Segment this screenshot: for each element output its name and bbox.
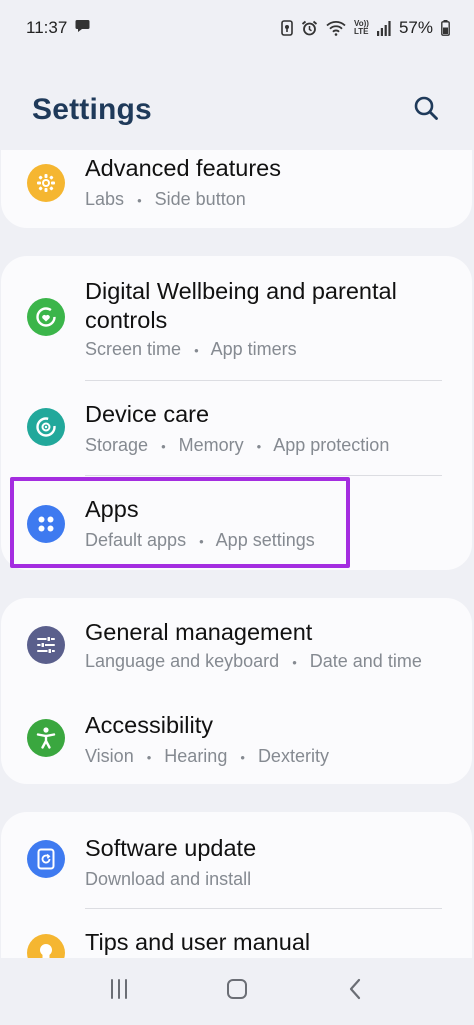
subtitle-part: App timers bbox=[210, 339, 297, 359]
puzzle-gear-icon bbox=[27, 164, 65, 202]
subtitle-part: Screen time bbox=[85, 339, 182, 359]
subtitle-part: Hearing bbox=[164, 746, 228, 766]
subtitle-separator: • bbox=[240, 750, 245, 765]
item-subtitle: Storage • Memory • App protection bbox=[85, 434, 462, 458]
settings-item-digital-wellbeing[interactable]: Digital Wellbeing and parental controls … bbox=[1, 256, 472, 380]
accessibility-icon bbox=[27, 719, 65, 757]
settings-item-apps[interactable]: Apps Default apps • App settings bbox=[1, 475, 472, 570]
apps-grid-icon bbox=[27, 505, 65, 543]
item-title: Tips and user manual bbox=[85, 929, 311, 955]
sliders-icon bbox=[27, 626, 65, 664]
search-icon bbox=[413, 95, 439, 126]
subtitle-part: Date and time bbox=[309, 651, 422, 671]
wellbeing-icon bbox=[27, 298, 65, 336]
subtitle-part: Vision bbox=[85, 746, 134, 766]
subtitle-separator: • bbox=[161, 439, 166, 454]
home-button[interactable] bbox=[217, 972, 257, 1012]
subtitle-separator: • bbox=[194, 343, 199, 358]
subtitle-part: Download and install bbox=[85, 869, 252, 889]
subtitle-part: Memory bbox=[178, 435, 244, 455]
clock: 11:37 bbox=[26, 18, 68, 37]
subtitle-separator: • bbox=[256, 439, 262, 454]
subtitle-separator: • bbox=[146, 750, 152, 765]
subtitle-part: Labs bbox=[85, 189, 125, 209]
subtitle-part: Dexterity bbox=[257, 746, 329, 766]
item-subtitle: Vision • Hearing • Dexterity bbox=[85, 745, 462, 769]
vpn-key-icon bbox=[281, 20, 293, 36]
header: Settings bbox=[0, 80, 474, 140]
status-left: 11:37 bbox=[26, 18, 90, 38]
item-subtitle: Labs • Side button bbox=[85, 188, 462, 212]
chat-bubble-icon bbox=[75, 18, 90, 38]
device-care-icon bbox=[27, 408, 65, 446]
settings-item-device-care[interactable]: Device care Storage • Memory • App prote… bbox=[1, 380, 472, 475]
signal-icon bbox=[376, 20, 391, 36]
item-title: General management bbox=[85, 619, 313, 645]
back-button[interactable] bbox=[335, 972, 375, 1012]
volte-icon: Vo)) LTE bbox=[354, 20, 369, 36]
software-update-icon bbox=[27, 840, 65, 878]
item-title: Apps bbox=[85, 496, 139, 522]
item-title: Digital Wellbeing and parental controls bbox=[85, 278, 397, 333]
subtitle-part: Storage bbox=[85, 435, 149, 455]
settings-card-device: Digital Wellbeing and parental controls … bbox=[1, 256, 472, 570]
subtitle-separator: • bbox=[292, 655, 297, 670]
status-right: Vo)) LTE 57% bbox=[281, 18, 450, 38]
back-icon bbox=[347, 978, 363, 1005]
settings-item-advanced-features[interactable]: Advanced features Labs • Side button bbox=[1, 150, 472, 228]
subtitle-part: App settings bbox=[215, 530, 315, 550]
subtitle-separator: • bbox=[199, 534, 204, 549]
item-subtitle: Language and keyboard • Date and time bbox=[85, 650, 462, 674]
subtitle-part: Side button bbox=[154, 189, 246, 209]
battery-icon bbox=[441, 20, 450, 36]
home-icon bbox=[226, 978, 248, 1005]
battery-percent: 57% bbox=[398, 18, 433, 37]
subtitle-part: Language and keyboard bbox=[85, 651, 280, 671]
item-title: Device care bbox=[85, 401, 210, 427]
status-bar: 11:37 Vo)) LTE 57% bbox=[0, 0, 474, 56]
item-subtitle: Default apps • App settings bbox=[85, 529, 462, 553]
settings-item-software-update[interactable]: Software update Download and install bbox=[1, 812, 472, 908]
settings-item-general-management[interactable]: General management Language and keyboard… bbox=[1, 598, 472, 693]
search-button[interactable] bbox=[408, 92, 444, 128]
settings-card-advanced: Advanced features Labs • Side button bbox=[1, 150, 472, 228]
wifi-icon bbox=[326, 20, 346, 36]
subtitle-part: App protection bbox=[273, 435, 390, 455]
item-title: Software update bbox=[85, 835, 257, 861]
page-title: Settings bbox=[32, 93, 152, 126]
alarm-icon bbox=[301, 20, 318, 36]
item-title: Accessibility bbox=[85, 712, 213, 738]
item-subtitle: Screen time • App timers bbox=[85, 338, 462, 362]
navigation-bar bbox=[0, 958, 474, 1025]
volte-bottom: LTE bbox=[354, 27, 369, 36]
item-subtitle: Download and install bbox=[85, 868, 462, 890]
item-title: Advanced features bbox=[85, 155, 281, 181]
subtitle-separator: • bbox=[137, 193, 142, 208]
recents-icon bbox=[108, 978, 130, 1005]
subtitle-part: Default apps bbox=[85, 530, 187, 550]
recents-button[interactable] bbox=[99, 972, 139, 1012]
settings-item-accessibility[interactable]: Accessibility Vision • Hearing • Dexteri… bbox=[1, 693, 472, 784]
settings-card-general: General management Language and keyboard… bbox=[1, 598, 472, 784]
